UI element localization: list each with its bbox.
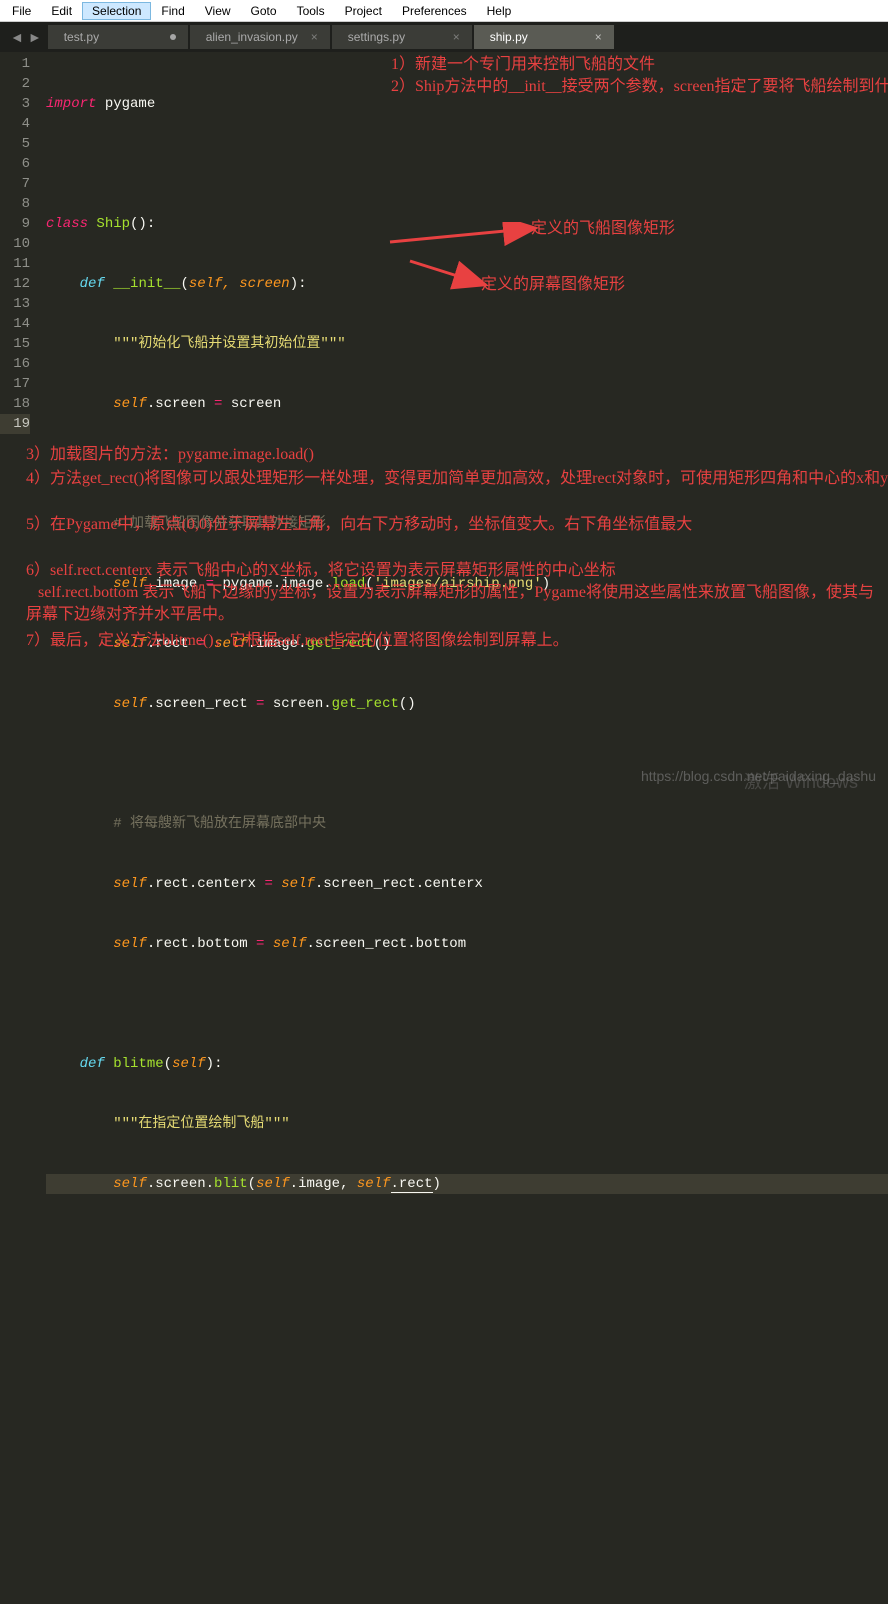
menu-preferences[interactable]: Preferences [392,2,477,20]
line-number: 17 [0,374,30,394]
annotation-3: 3）加载图片的方法：pygame.image.load() [26,444,876,466]
nav-back-icon[interactable]: ◄ [10,29,24,45]
tab-test-py[interactable]: test.py [48,25,188,49]
close-icon[interactable]: × [453,30,460,44]
line-number: 15 [0,334,30,354]
line-number-gutter: 12345678910111213141516171819 [0,52,36,802]
menu-find[interactable]: Find [151,2,194,20]
menu-tools[interactable]: Tools [287,2,335,20]
tab-alien-invasion-py[interactable]: alien_invasion.py × [190,25,330,49]
close-icon[interactable]: × [311,30,318,44]
annotation-7: 7）最后，定义方法blitme()，它根据self.rect指定的位置将图像绘制… [26,630,881,652]
menu-bar: File Edit Selection Find View Goto Tools… [0,0,888,22]
tab-label: settings.py [348,30,405,44]
tab-label: test.py [64,30,99,44]
code-area[interactable]: import pygame class Ship(): def __init__… [36,52,888,802]
activate-windows-text: 激活 Windows [744,768,858,794]
line-number: 2 [0,74,30,94]
line-number: 12 [0,274,30,294]
annotation-side-1: 定义的飞船图像矩形 [531,218,675,240]
tab-label: alien_invasion.py [206,30,298,44]
annotation-5: 5）在Pygame中，原点(0,0)位于屏幕左上角，向右下方移动时，坐标值变大。… [26,514,881,536]
menu-file[interactable]: File [2,2,41,20]
annotation-1: 1）新建一个专门用来控制飞船的文件 [391,54,871,76]
line-number: 7 [0,174,30,194]
menu-goto[interactable]: Goto [241,2,287,20]
line-number: 16 [0,354,30,374]
dirty-indicator-icon [170,34,176,40]
menu-edit[interactable]: Edit [41,2,82,20]
menu-help[interactable]: Help [477,2,522,20]
nav-forward-icon[interactable]: ► [28,29,42,45]
line-number: 11 [0,254,30,274]
annotation-2: 2）Ship方法中的__init__接受两个参数，screen指定了要将飞船绘制… [391,76,881,98]
menu-project[interactable]: Project [335,2,392,20]
line-number: 5 [0,134,30,154]
menu-selection[interactable]: Selection [82,2,151,20]
menu-view[interactable]: View [195,2,241,20]
annotation-6: 6）self.rect.centerx 表示飞船中心的X坐标，将它设置为表示屏幕… [26,560,881,626]
code-editor[interactable]: 12345678910111213141516171819 import pyg… [0,52,888,802]
line-number: 1 [0,54,30,74]
line-number: 9 [0,214,30,234]
line-number: 3 [0,94,30,114]
line-number: 6 [0,154,30,174]
annotation-side-2: 定义的屏幕图像矩形 [481,274,625,296]
line-number: 8 [0,194,30,214]
tab-nav: ◄ ► [4,29,48,45]
line-number: 18 [0,394,30,414]
annotation-4: 4）方法get_rect()将图像可以跟处理矩形一样处理，变得更加简单更加高效，… [26,468,881,490]
tab-bar: ◄ ► test.py alien_invasion.py × settings… [0,22,888,52]
tab-settings-py[interactable]: settings.py × [332,25,472,49]
line-number: 14 [0,314,30,334]
tab-ship-py[interactable]: ship.py × [474,25,614,49]
line-number: 13 [0,294,30,314]
line-number: 10 [0,234,30,254]
close-icon[interactable]: × [595,30,602,44]
line-number: 4 [0,114,30,134]
tab-label: ship.py [490,30,528,44]
line-number: 19 [0,414,30,434]
